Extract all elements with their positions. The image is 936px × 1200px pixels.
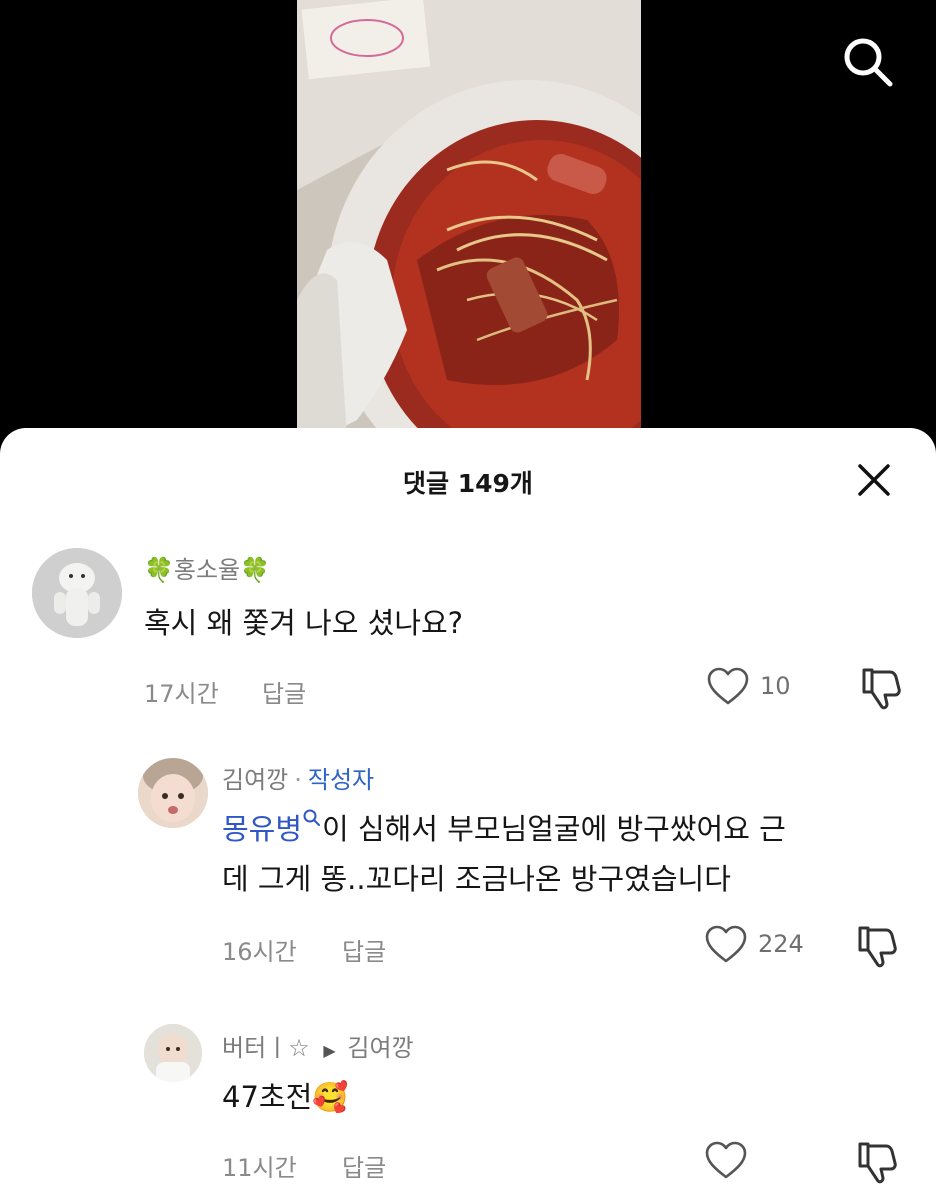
thumbs-down-icon <box>858 1142 897 1184</box>
search-button[interactable] <box>838 32 898 92</box>
comment-text: 혹시 왜 쫓겨 나오 셨나요? <box>144 606 464 640</box>
close-icon <box>858 464 890 496</box>
smiling-face-hearts-emoji: 🥰 <box>312 1080 349 1114</box>
comment-item: 김여깡 · 작성자 몽유병 이 심해서 부모님얼굴에 방구쌌어요 근 데 그게 똥..… <box>0 754 936 1004</box>
dislike-button[interactable] <box>856 664 904 712</box>
like-button[interactable]: 10 <box>706 666 791 706</box>
heart-icon <box>707 667 749 705</box>
comment-item: 버터ㅣ☆ ▶ 김여깡 47초전🥰 11시간 답글 <box>0 1022 936 1200</box>
baby-avatar-icon <box>144 1024 202 1082</box>
separator-dot: · <box>294 766 302 794</box>
comment-text-line1: 이 심해서 부모님얼굴에 방구쌌어요 근 <box>322 812 786 846</box>
comment-username[interactable]: 버터ㅣ☆ <box>222 1034 310 1062</box>
reply-to-username[interactable]: 김여깡 <box>347 1034 413 1062</box>
comment-time: 11시간 <box>222 1154 297 1182</box>
comments-sheet: 댓글 149개 🍀홍소율🍀 혹시 왜 쫓겨 나오 셨나요? 17시간 답글 10… <box>0 428 936 1200</box>
mention-link[interactable]: 몽유병 <box>222 809 322 846</box>
video-thumbnail <box>297 0 641 440</box>
avatar[interactable] <box>138 758 208 828</box>
thumbs-down-icon <box>858 926 897 968</box>
thumbs-down-icon <box>862 668 901 710</box>
comment-text-row: 47초전🥰 <box>222 1072 348 1122</box>
reply-button[interactable]: 답글 <box>262 674 306 709</box>
food-photo <box>297 0 641 440</box>
reply-button[interactable]: 답글 <box>342 1148 386 1183</box>
like-count: 10 <box>760 672 791 700</box>
like-count: 224 <box>758 930 804 958</box>
reply-arrow-icon: ▶ <box>323 1041 336 1060</box>
comment-username[interactable]: 김여깡 <box>222 766 288 794</box>
comment-username-row: 버터ㅣ☆ ▶ 김여깡 <box>222 1028 414 1063</box>
heart-icon <box>705 925 747 963</box>
video-player[interactable] <box>0 0 936 440</box>
comment-time: 16시간 <box>222 938 297 966</box>
avatar[interactable] <box>32 548 122 638</box>
avatar[interactable] <box>144 1024 202 1082</box>
close-button[interactable] <box>852 458 896 502</box>
plush-toy-avatar-icon <box>32 548 122 638</box>
search-icon <box>844 38 893 87</box>
comments-title: 댓글 149개 <box>403 469 533 498</box>
comment-text-line2: 데 그게 똥..꼬다리 조금나온 방구였습니다 <box>222 862 731 896</box>
reply-button[interactable]: 답글 <box>342 932 386 967</box>
comment-text: 47초전 <box>222 1080 313 1114</box>
dislike-button[interactable] <box>852 1138 900 1186</box>
comment-username-row: 김여깡 · 작성자 <box>222 760 374 795</box>
person-avatar-icon <box>138 758 208 828</box>
dislike-button[interactable] <box>852 922 900 970</box>
comment-item: 🍀홍소율🍀 혹시 왜 쫓겨 나오 셨나요? 17시간 답글 10 <box>0 544 936 734</box>
comment-time: 17시간 <box>144 680 219 708</box>
like-button[interactable] <box>704 1140 758 1180</box>
heart-icon <box>705 1141 747 1179</box>
like-button[interactable]: 224 <box>704 924 804 964</box>
search-icon <box>303 809 321 826</box>
author-badge: 작성자 <box>307 766 375 794</box>
comment-username[interactable]: 🍀홍소율🍀 <box>144 550 270 585</box>
comment-text: 몽유병 이 심해서 부모님얼굴에 방구쌌어요 근 <box>222 804 786 854</box>
